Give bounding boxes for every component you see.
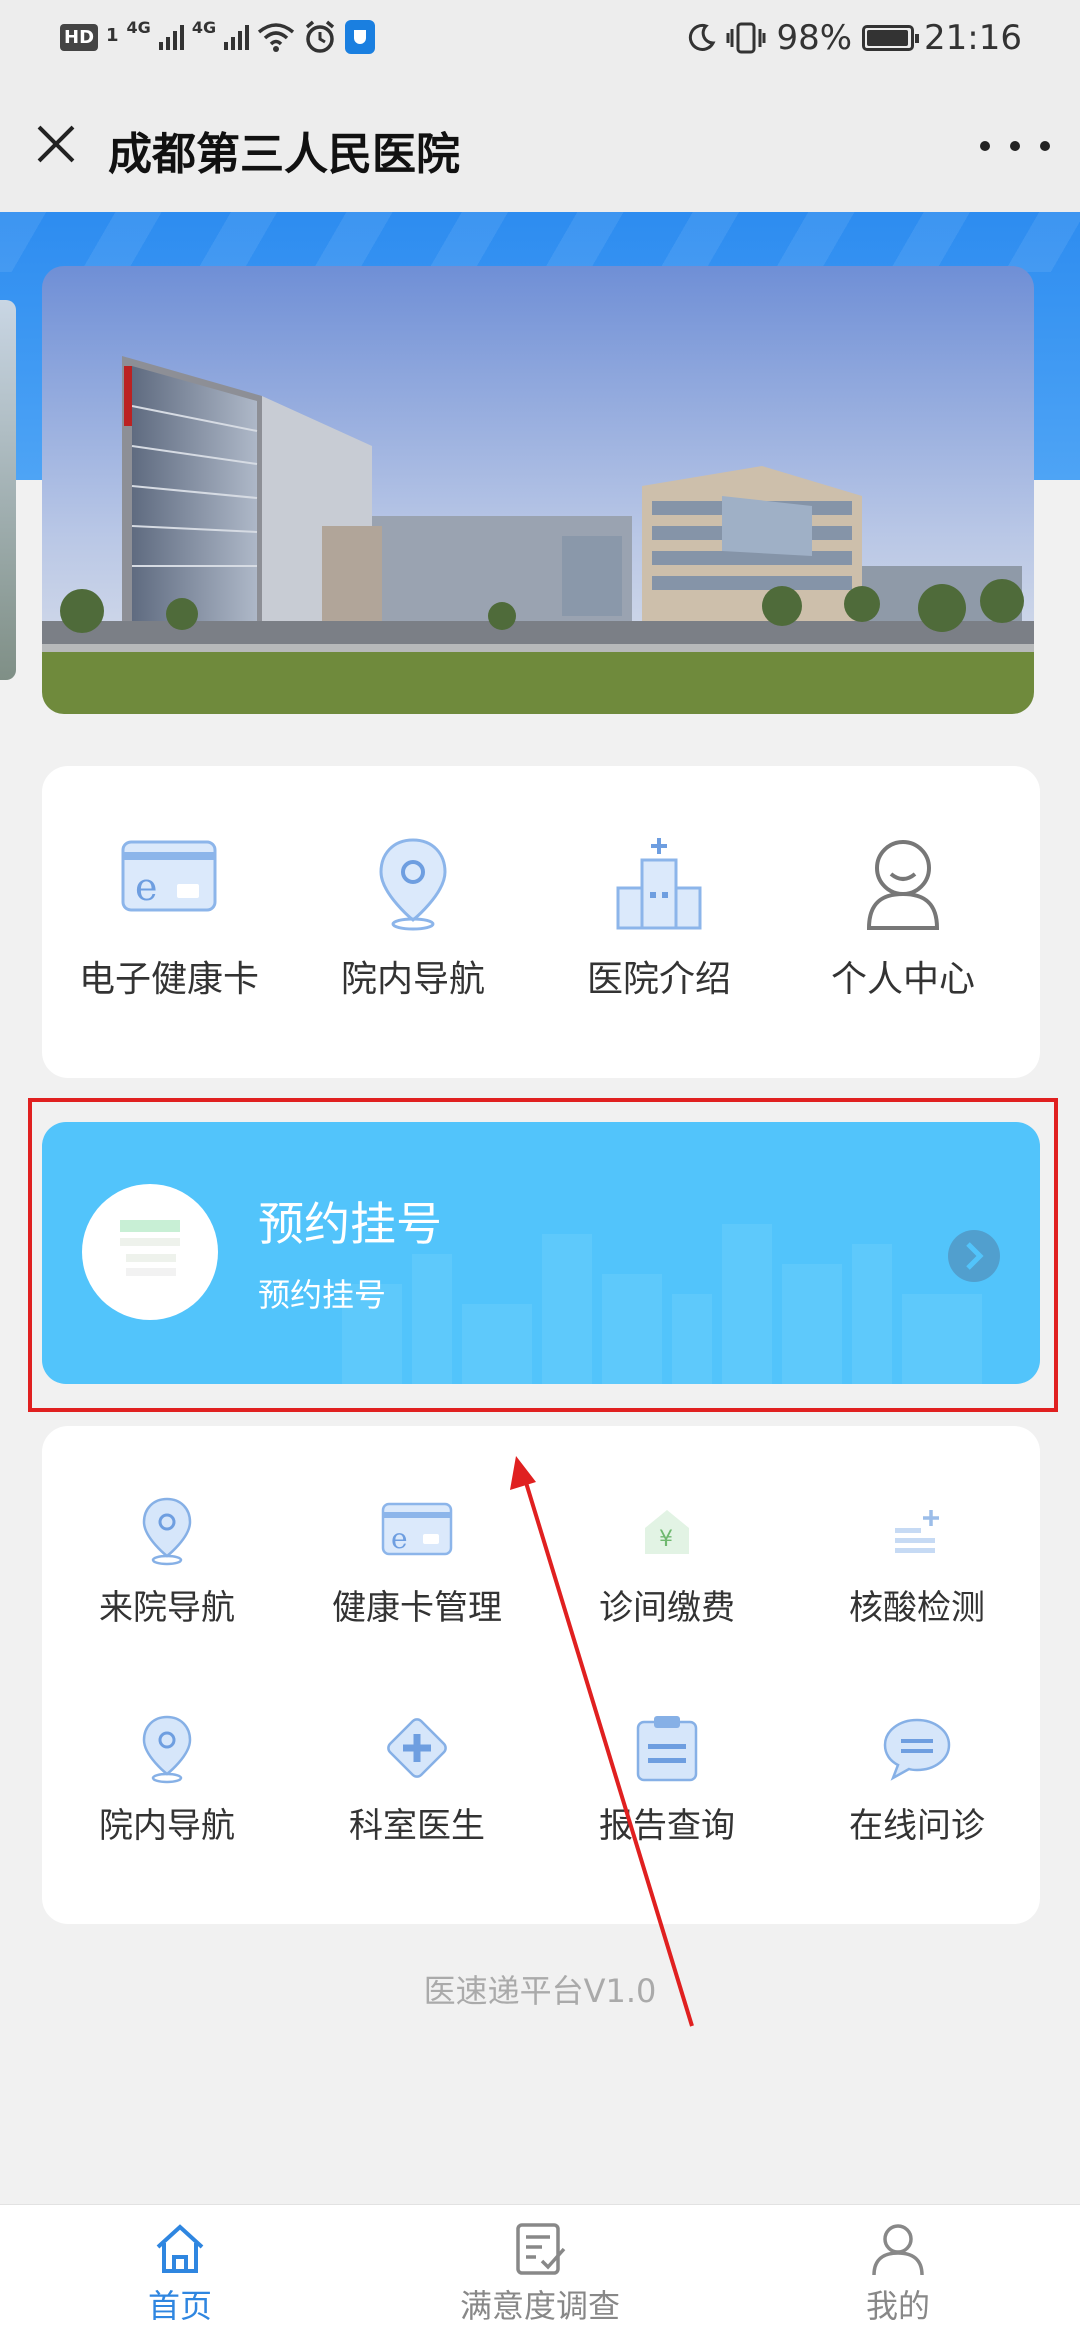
user-icon [866, 840, 940, 930]
quick-item-personal-center[interactable]: 个人中心 [794, 836, 1012, 1002]
service-item-nucleic-acid-test[interactable]: 核酸检测 [792, 1496, 1042, 1629]
service-item-label: 报告查询 [599, 1806, 735, 1846]
quick-item-label: 电子健康卡 [78, 959, 259, 1000]
svg-text:e: e [135, 865, 158, 909]
location-pin-icon [142, 1497, 192, 1566]
tab-satisfaction-survey[interactable]: 满意度调查 [440, 2221, 640, 2327]
service-item-label: 院内导航 [99, 1806, 235, 1846]
shield-icon [345, 20, 376, 54]
signal-bars-icon [158, 24, 184, 50]
quick-item-hospital-intro[interactable]: 医院介绍 [550, 836, 768, 1002]
signal-bars-icon [224, 24, 250, 50]
svg-text:e: e [391, 1522, 408, 1555]
sim1-label: 1 [106, 24, 119, 46]
signal1-label: 4G [126, 17, 151, 37]
service-item-online-consultation[interactable]: 在线问诊 [792, 1714, 1042, 1847]
page-title: 成都第三人民医院 [108, 129, 460, 180]
service-item-label: 科室医生 [349, 1806, 485, 1846]
survey-icon [516, 2223, 566, 2275]
quick-item-label: 院内导航 [340, 959, 485, 1000]
clipboard-icon [636, 1716, 698, 1782]
more-options-icon[interactable] [980, 126, 1050, 166]
tab-label: 满意度调查 [459, 2287, 620, 2325]
hospital-banner-image[interactable] [42, 266, 1034, 714]
quick-item-ehealth-card[interactable]: e 电子健康卡 [60, 836, 278, 1002]
signal2-label: 4G [191, 17, 217, 37]
medical-cross-icon [387, 1718, 447, 1778]
service-item-in-hospital-navigation[interactable]: 院内导航 [42, 1714, 292, 1847]
banner-prev-slide[interactable] [0, 300, 16, 680]
location-pin-icon [142, 1715, 192, 1784]
hd-badge: HD [60, 23, 99, 51]
battery-icon [862, 25, 920, 51]
vibrate-icon [726, 22, 766, 54]
quick-item-navigation[interactable]: 院内导航 [304, 836, 522, 1002]
service-item-health-card[interactable]: e 健康卡管理 [292, 1496, 542, 1629]
health-card-icon: e [381, 1502, 453, 1556]
service-item-department-doctors[interactable]: 科室医生 [292, 1714, 542, 1847]
appointment-icon [82, 1184, 218, 1320]
service-item-label: 核酸检测 [849, 1588, 985, 1628]
quick-item-label: 个人中心 [830, 959, 975, 1000]
service-item-label: 诊间缴费 [599, 1588, 735, 1628]
hospital-illustration [42, 266, 1034, 714]
bottom-tab-bar: 首页 满意度调查 我的 [0, 2204, 1080, 2340]
title-bar: 成都第三人民医院 [0, 80, 1080, 212]
svg-text:¥: ¥ [659, 1527, 673, 1552]
service-item-arrival-navigation[interactable]: 来院导航 [42, 1496, 292, 1629]
tab-label: 我的 [865, 2287, 930, 2325]
services-card: 来院导航 e 健康卡管理 ¥ 诊间缴费 核酸检测 院内导航 科室医生 报告查询 … [42, 1426, 1040, 1924]
status-left: HD 1 4G 4G [60, 17, 376, 54]
chat-bubble-icon [883, 1718, 951, 1781]
status-right: 98% 21:16 [686, 18, 1022, 58]
ehealth-card-icon: e [121, 840, 217, 912]
tab-home[interactable]: 首页 [80, 2221, 280, 2327]
service-item-label: 健康卡管理 [332, 1588, 502, 1628]
service-item-label: 来院导航 [99, 1588, 235, 1628]
battery-percent: 98% [776, 18, 853, 58]
hospital-building-icon [616, 838, 702, 930]
status-bar: HD 1 4G 4G 98% 21:16 [0, 0, 1080, 80]
quick-item-label: 医院介绍 [586, 959, 731, 1000]
clock-time: 21:16 [924, 18, 1022, 58]
wifi-icon [257, 23, 295, 52]
appointment-subtitle: 预约挂号 [258, 1276, 387, 1314]
tab-label: 首页 [147, 2287, 212, 2325]
location-pin-icon [379, 838, 447, 931]
service-item-label: 在线问诊 [849, 1806, 985, 1846]
appointment-banner[interactable]: 预约挂号 预约挂号 [42, 1122, 1040, 1384]
moon-icon [689, 23, 716, 51]
service-item-clinic-payment[interactable]: ¥ 诊间缴费 [542, 1496, 792, 1629]
list-plus-icon [895, 1510, 939, 1553]
user-icon [872, 2224, 924, 2276]
chevron-right-icon [948, 1230, 1000, 1282]
home-icon [156, 2224, 204, 2273]
service-item-report-query[interactable]: 报告查询 [542, 1714, 792, 1847]
platform-version: 医速递平台V1.0 [423, 1972, 657, 2010]
quick-menu-card: e 电子健康卡 院内导航 医院介绍 个人中心 [42, 766, 1040, 1078]
tab-mine[interactable]: 我的 [798, 2221, 998, 2327]
close-icon[interactable] [30, 118, 82, 170]
appointment-title: 预约挂号 [258, 1197, 442, 1251]
payment-icon: ¥ [645, 1510, 689, 1554]
alarm-icon [305, 20, 335, 53]
